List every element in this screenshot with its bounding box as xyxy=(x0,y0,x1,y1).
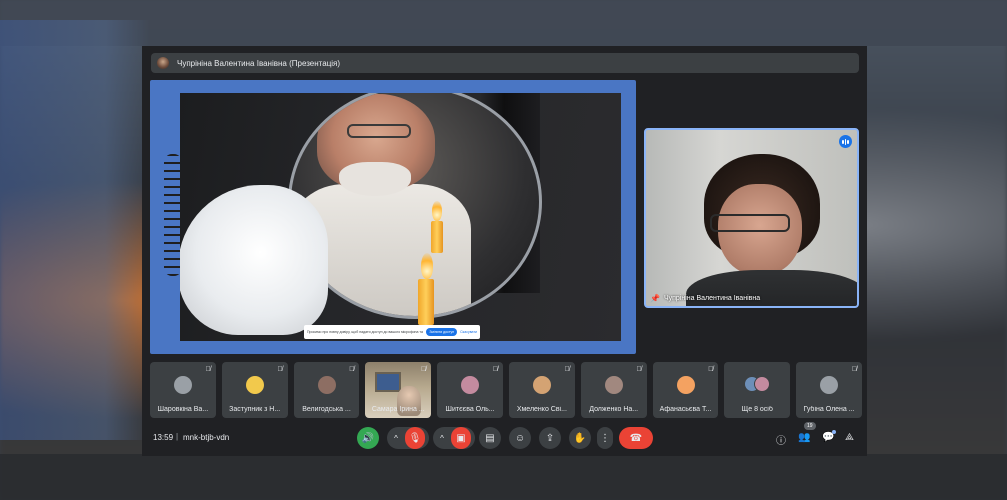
avatar xyxy=(532,376,551,394)
mic-off-icon: 🎙̸ xyxy=(420,366,427,373)
mic-off-icon: 🎙̸ xyxy=(851,366,857,373)
raise-hand-button[interactable]: ✋ xyxy=(569,427,591,449)
participant-tile[interactable]: 🎙̸ Афанасьєва Т... xyxy=(652,362,719,418)
participant-strip: 🎙̸ Шаровкіна Ва... 🎙̸ Заступник з Н... 🎙… xyxy=(150,362,862,418)
meeting-code: mnk-btjb-vdn xyxy=(183,433,230,442)
glasses-shape xyxy=(347,124,411,138)
participant-name: Заступник з Н... xyxy=(229,406,281,413)
participant-tile[interactable]: 🎙̸ Заступник з Н... xyxy=(221,362,288,418)
pin-icon[interactable]: 📌 xyxy=(650,294,660,303)
mic-off-icon: 🎙̸ xyxy=(708,366,714,373)
notice-button[interactable]: Змінити доступ xyxy=(426,328,458,336)
avatar xyxy=(604,376,623,394)
glasses-shape xyxy=(710,214,790,232)
mic-off-icon: 🎙̸ xyxy=(349,366,355,373)
present-icon: ⇪ xyxy=(545,432,555,444)
participant-count-badge: 19 xyxy=(804,422,816,430)
more-vert-icon: ⋮ xyxy=(600,432,610,444)
participant-name: Шитєєва Оль... xyxy=(445,406,495,413)
flame-back xyxy=(432,201,442,221)
meeting-clock: 13:59 xyxy=(153,433,174,442)
glove-shape xyxy=(180,185,328,335)
mic-off-icon: 🎙̸ xyxy=(205,366,211,373)
mic-off-icon: 🎙̸ xyxy=(277,366,283,373)
candle-front xyxy=(418,279,434,325)
participant-tile[interactable]: 🎙̸ Самара Ірина ... xyxy=(365,362,432,418)
mic-off-icon: 🎙̸ xyxy=(636,366,642,373)
participant-name: Губіна Олена ... xyxy=(803,406,855,413)
avatar xyxy=(317,376,336,394)
candle-back xyxy=(431,221,443,253)
participant-tile[interactable]: 🎙̸ Долженко На... xyxy=(580,362,647,418)
meet-window: Чупрініна Валентина Іванівна (Презентаці… xyxy=(142,46,867,456)
spotlight-name: Чупрініна Валентина Іванівна xyxy=(663,295,761,302)
mic-off-icon: 🎙̸ xyxy=(492,366,498,373)
presenter-bar[interactable]: Чупрініна Валентина Іванівна (Презентаці… xyxy=(151,53,859,73)
participant-tile[interactable]: 🎙̸ Шаровкіна Ва... xyxy=(150,362,216,418)
notice-text: Просимо про повну довіру, щоб надати дос… xyxy=(307,330,424,334)
spotlight-name-row: 📌 Чупрініна Валентина Іванівна xyxy=(650,294,760,303)
participant-tile[interactable]: 🎙̸ Губіна Олена ... xyxy=(796,362,862,418)
info-icon[interactable]: ⓘ xyxy=(776,432,786,447)
background-bottom-band xyxy=(0,454,1007,500)
chevron-up-icon[interactable]: ^ xyxy=(437,434,447,443)
access-notice: Просимо про повну довіру, щоб надати дос… xyxy=(304,325,480,339)
background-top-band xyxy=(0,0,1007,46)
beard-shape xyxy=(339,162,411,196)
captions-button[interactable]: ▤ xyxy=(479,427,501,449)
separator: | xyxy=(176,432,179,441)
more-participants-label: Ще 8 осіб xyxy=(741,406,773,413)
participant-name: Долженко На... xyxy=(589,406,639,413)
avatar xyxy=(461,376,480,394)
mic-off-icon[interactable]: 🎙 xyxy=(405,427,425,449)
flame-front xyxy=(421,253,433,279)
more-options-button[interactable]: ⋮ xyxy=(597,427,613,449)
speaker-icon: 🔊 xyxy=(361,432,375,444)
avatar xyxy=(245,376,264,394)
avatar xyxy=(820,376,839,394)
presentation-stage: Просимо про повну довіру, щоб надати дос… xyxy=(150,80,636,354)
participant-tile[interactable]: 🎙̸ Хмеленко Сві... xyxy=(508,362,575,418)
mic-off-icon: 🎙̸ xyxy=(564,366,570,373)
avatar xyxy=(754,376,771,392)
microphone-button[interactable]: ^ 🎙 xyxy=(387,427,429,449)
participant-name: Шаровкіна Ва... xyxy=(157,406,209,413)
present-button[interactable]: ⇪ xyxy=(539,427,561,449)
presenter-avatar xyxy=(157,57,169,69)
raise-hand-icon: ✋ xyxy=(573,432,587,444)
control-bar: 13:59 | mnk-btjb-vdn 🔊 ^ 🎙 ^ ▣ ▤ ☺ ⇪ ✋ ⋮ xyxy=(142,422,867,456)
notice-link[interactable]: Скасувати xyxy=(460,330,477,334)
participant-tile[interactable]: 🎙̸ Шитєєва Оль... xyxy=(437,362,503,418)
call-end-icon: ☎ xyxy=(629,432,643,444)
chat-notification-dot xyxy=(832,430,836,434)
participant-name: Хмеленко Сві... xyxy=(516,406,567,413)
participant-name: Самара Ірина ... xyxy=(371,406,425,413)
camera-off-icon[interactable]: ▣ xyxy=(451,427,471,449)
participant-name: Афанасьєва Т... xyxy=(659,406,712,413)
people-icon[interactable]: 👥 xyxy=(798,432,810,443)
presenter-title: Чупрініна Валентина Іванівна (Презентаці… xyxy=(177,58,341,68)
participant-tile[interactable]: 🎙̸ Велигодська ... xyxy=(293,362,360,418)
spotlight-participant-tile[interactable]: 📌 Чупрініна Валентина Іванівна xyxy=(644,128,859,308)
activities-icon[interactable]: ⟁ xyxy=(845,432,854,443)
emoji-button[interactable]: ☺ xyxy=(509,427,531,449)
emoji-icon: ☺ xyxy=(514,432,526,444)
background-blur-left xyxy=(0,20,150,440)
camera-button[interactable]: ^ ▣ xyxy=(433,427,475,449)
participant-name: Велигодська ... xyxy=(302,406,351,413)
avatar xyxy=(174,376,192,394)
presentation-video: Просимо про повну довіру, щоб надати дос… xyxy=(180,93,621,341)
more-participants-tile[interactable]: Ще 8 осіб xyxy=(724,362,791,418)
participant-video-screen xyxy=(375,372,402,392)
leave-call-button[interactable]: ☎ xyxy=(619,427,653,449)
captions-icon: ▤ xyxy=(485,432,495,444)
speaker-button[interactable]: 🔊 xyxy=(357,427,379,449)
chevron-up-icon[interactable]: ^ xyxy=(391,434,401,443)
speaking-icon xyxy=(839,135,852,148)
avatar xyxy=(676,376,695,394)
